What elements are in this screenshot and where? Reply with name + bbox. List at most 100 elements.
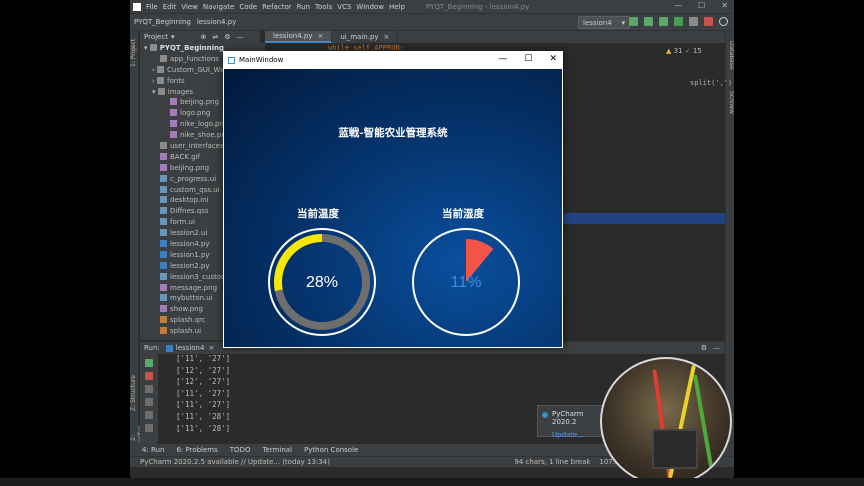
maximize-icon[interactable]: ☐ xyxy=(698,1,705,10)
menu-code[interactable]: Code xyxy=(239,3,257,11)
hide-icon[interactable]: — xyxy=(237,33,244,41)
run-tab[interactable]: lession4 xyxy=(176,344,205,352)
tree-item-label: form.ui xyxy=(170,218,195,227)
menu-tools[interactable]: Tools xyxy=(315,3,332,11)
warning-icon: ▲ xyxy=(666,47,672,55)
humidity-value: 11% xyxy=(450,274,482,291)
status-message[interactable]: PyCharm 2020.2.5 available // Update... … xyxy=(140,458,330,466)
minimize-icon[interactable]: — xyxy=(674,1,682,10)
menu-window[interactable]: Window xyxy=(356,3,384,11)
profile-icon[interactable] xyxy=(689,17,698,26)
inspection-widget[interactable]: ▲ 31 ✓ 15 xyxy=(666,47,702,55)
menu-file[interactable]: File xyxy=(146,3,158,11)
tab-todo[interactable]: TODO xyxy=(230,446,251,454)
tab-terminal[interactable]: Terminal xyxy=(262,446,292,454)
close-icon[interactable]: × xyxy=(317,32,323,40)
debug-icon[interactable] xyxy=(659,17,668,26)
tree-item-label: lession4.py xyxy=(170,240,210,249)
folder-icon xyxy=(149,44,157,51)
ide-window-controls: — ☐ ✕ xyxy=(674,1,728,10)
close-icon[interactable]: × xyxy=(384,33,390,41)
right-tool-strip: Database SciView xyxy=(725,31,734,455)
rerun-icon[interactable] xyxy=(644,17,653,26)
menu-edit[interactable]: Edit xyxy=(163,3,177,11)
image-file-icon xyxy=(170,98,177,106)
wrap-icon[interactable] xyxy=(145,385,153,393)
console-line: ['11', '28'] xyxy=(176,423,231,433)
build-icon[interactable] xyxy=(629,17,638,26)
stop-icon[interactable] xyxy=(704,17,713,26)
selection-info: 94 chars, 1 line break 107:52 xyxy=(514,458,624,466)
temperature-value: 28% xyxy=(305,274,339,291)
stop-icon[interactable] xyxy=(145,372,153,380)
menu-refactor[interactable]: Refactor xyxy=(262,3,291,11)
tree-item-label: lession2.py xyxy=(170,261,210,270)
close-icon[interactable]: ✕ xyxy=(549,54,557,64)
close-icon[interactable]: × xyxy=(208,344,214,352)
tree-item-label: mybutton.ui xyxy=(170,294,213,303)
image-file-icon xyxy=(160,152,167,160)
selection-chars: 94 chars, 1 line break xyxy=(514,458,591,466)
gear-icon[interactable]: ⚙ xyxy=(224,33,230,41)
gear-icon[interactable]: ⚙ xyxy=(701,344,707,352)
menu-navigate[interactable]: Navigate xyxy=(203,3,234,11)
tab-problems[interactable]: 6: Problems xyxy=(176,446,217,454)
scroll-icon[interactable] xyxy=(145,398,153,406)
console-line: ['11', '28'] xyxy=(176,411,231,421)
navigation-bar: PYQT_Beginning lession4.py lession4 ▾ xyxy=(130,13,734,31)
breadcrumb-file[interactable]: lession4.py xyxy=(197,18,236,26)
collapse-icon[interactable]: ⇌ xyxy=(212,33,218,41)
main-window: MainWindow — ☐ ✕ 蓝戦-智能农业管理系统 当前温度 当前湿度 2… xyxy=(223,51,563,348)
webcam-overlay xyxy=(600,357,732,486)
tree-item-label: logo.png xyxy=(180,109,211,118)
run-configuration-select[interactable]: lession4 ▾ xyxy=(578,16,630,29)
error-check-icon: ✓ xyxy=(684,47,691,55)
search-icon[interactable] xyxy=(719,17,728,26)
tree-item-label: message.png xyxy=(170,283,218,292)
menu-vcs[interactable]: VCS xyxy=(337,3,351,11)
tab-python-console[interactable]: Python Console xyxy=(304,446,358,454)
chevron-down-icon: ▾ xyxy=(170,33,175,41)
project-view-label: Project xyxy=(144,33,168,41)
tree-item-label: app_functions xyxy=(170,54,219,63)
breadcrumb-project[interactable]: PYQT_Beginning xyxy=(134,18,191,26)
tab-label: ui_main.py xyxy=(340,33,379,41)
file-icon xyxy=(160,196,167,204)
console-line: ['11', '27'] xyxy=(176,354,231,363)
image-file-icon xyxy=(160,163,167,171)
maximize-icon[interactable]: ☐ xyxy=(524,54,532,64)
close-icon[interactable]: ✕ xyxy=(721,1,728,10)
print-icon[interactable] xyxy=(145,411,153,419)
rerun-icon[interactable] xyxy=(145,359,153,367)
database-tool-tab[interactable]: Database xyxy=(726,41,734,70)
tree-root-label: PYQT_Beginning xyxy=(159,44,225,52)
window-title: PYQT_Beginning - lession4.py xyxy=(426,2,530,11)
structure-tool-tab[interactable]: Z: Structure xyxy=(130,371,139,415)
locate-icon[interactable]: ⊕ xyxy=(200,33,206,41)
tab-ui-main[interactable]: ui_main.py × xyxy=(332,31,399,43)
ui-file-icon xyxy=(160,294,167,302)
project-tool-tab[interactable]: 1: Project xyxy=(130,33,139,73)
tree-item-label: images xyxy=(167,87,194,96)
sciview-tool-tab[interactable]: SciView xyxy=(726,91,734,114)
tree-item-label: Diffnes.qss xyxy=(170,207,209,216)
trash-icon[interactable] xyxy=(145,424,153,432)
update-link[interactable]: Update... xyxy=(543,431,600,439)
coverage-icon[interactable] xyxy=(674,17,683,26)
tab-run[interactable]: 4: Run xyxy=(142,446,164,454)
menu-help[interactable]: Help xyxy=(389,3,405,11)
main-window-titlebar[interactable]: MainWindow — ☐ ✕ xyxy=(223,51,563,69)
ui-file-icon xyxy=(160,185,167,193)
tree-item-label: BACK.gif xyxy=(170,152,201,161)
update-notification: PyCharm 2020.2 Update... xyxy=(537,405,605,439)
tab-lession4[interactable]: lession4.py × xyxy=(265,31,333,43)
tree-item-label: custom_qss.ui xyxy=(170,185,220,194)
project-panel-header[interactable]: Project ▾ ⊕ ⇌ ⚙ — xyxy=(140,31,260,43)
python-file-icon xyxy=(160,261,167,269)
minimize-icon[interactable]: — xyxy=(498,54,507,64)
hide-icon[interactable]: — xyxy=(713,344,720,352)
menu-run[interactable]: Run xyxy=(297,3,310,11)
menu-view[interactable]: View xyxy=(181,3,198,11)
main-window-controls: — ☐ ✕ xyxy=(498,54,557,64)
tree-item-label: show.png xyxy=(170,305,203,314)
